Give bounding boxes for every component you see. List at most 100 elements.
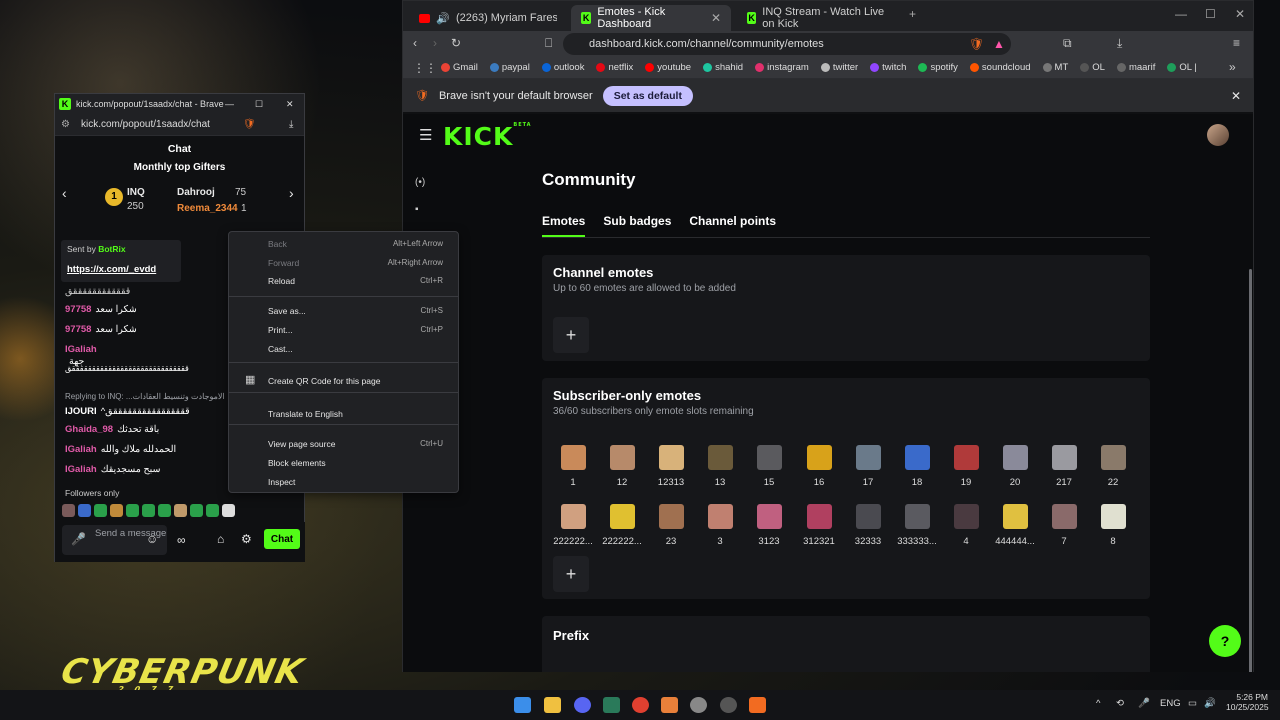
emote-item[interactable]: 12: [602, 445, 642, 488]
bookmark-item[interactable]: twitter: [820, 62, 858, 73]
emote-item[interactable]: 333333...: [897, 504, 937, 547]
emote-item[interactable]: 23: [651, 504, 691, 547]
emote-item[interactable]: 18: [897, 445, 937, 488]
mic-icon[interactable]: 🎤: [1138, 698, 1150, 709]
bookmark-item[interactable]: instagram: [755, 62, 809, 73]
discord-icon[interactable]: [574, 697, 591, 713]
emote-item[interactable]: 19: [946, 445, 986, 488]
close-infobar-icon[interactable]: ✕: [1231, 89, 1241, 103]
set-default-button[interactable]: Set as default: [602, 85, 693, 106]
emote-item[interactable]: 7: [1044, 504, 1084, 547]
emote-item[interactable]: 13: [700, 445, 740, 488]
emote-shortcut[interactable]: [142, 504, 155, 517]
close-tab-icon[interactable]: ✕: [711, 11, 721, 25]
menu-item[interactable]: Back Alt+Left Arrow: [268, 239, 443, 249]
menu-item[interactable]: Save as... Ctrl+S: [268, 306, 443, 316]
tab-emotes-section[interactable]: Emotes: [542, 214, 586, 237]
monitor-icon[interactable]: ▭: [1188, 698, 1197, 709]
settings-icon[interactable]: ⚙: [241, 532, 252, 546]
add-channel-emote-button[interactable]: +: [553, 317, 589, 353]
emote-item[interactable]: 3: [700, 504, 740, 547]
rewards-icon[interactable]: ▲: [993, 37, 1005, 51]
close-window-icon[interactable]: ✕: [1235, 7, 1245, 21]
kick-logo[interactable]: KICKBETA: [443, 122, 532, 151]
maximize-icon[interactable]: ☐: [255, 99, 263, 110]
more-bookmarks-icon[interactable]: »: [1229, 60, 1236, 74]
emote-item[interactable]: 217: [1044, 445, 1084, 488]
support-icon[interactable]: ?: [1209, 625, 1241, 657]
emote-item[interactable]: 312321: [799, 504, 839, 547]
new-tab-icon[interactable]: +: [909, 7, 916, 21]
brave-icon[interactable]: [749, 697, 766, 713]
chrome-icon[interactable]: [632, 697, 649, 713]
avatar[interactable]: [1207, 124, 1229, 146]
emote-item[interactable]: 15: [749, 445, 789, 488]
file-explorer-icon[interactable]: [544, 697, 561, 713]
hamburger-icon[interactable]: ☰: [419, 126, 432, 144]
menu-item[interactable]: View page source Ctrl+U: [268, 439, 443, 449]
emote-shortcut[interactable]: [126, 504, 139, 517]
menu-item[interactable]: Translate to English: [268, 409, 443, 419]
language-indicator[interactable]: ENG: [1160, 698, 1181, 709]
emote-item[interactable]: 16: [799, 445, 839, 488]
apps-icon[interactable]: ⋮⋮: [413, 61, 437, 75]
emote-item[interactable]: 444444...: [995, 504, 1035, 547]
add-sub-emote-button[interactable]: +: [553, 556, 589, 592]
url-field[interactable]: dashboard.kick.com/channel/community/emo…: [563, 33, 1011, 55]
reload-icon[interactable]: ↻: [451, 36, 461, 50]
brave-shield-icon[interactable]: 🛡: [243, 119, 256, 130]
menu-item[interactable]: Reload Ctrl+R: [268, 276, 443, 286]
tab-inq-stream[interactable]: K INQ Stream - Watch Live on Kick: [737, 5, 897, 31]
emote-shortcut[interactable]: [62, 504, 75, 517]
menu-item[interactable]: Print... Ctrl+P: [268, 325, 443, 335]
emote-item[interactable]: 222222...: [553, 504, 593, 547]
emote-shortcut[interactable]: [206, 504, 219, 517]
clock[interactable]: 5:26 PM 10/25/2025: [1226, 692, 1269, 712]
emote-item[interactable]: 20: [995, 445, 1035, 488]
emote-shortcut[interactable]: [190, 504, 203, 517]
forward-icon[interactable]: ›: [433, 36, 437, 50]
tab-sub-badges[interactable]: Sub badges: [603, 214, 671, 237]
bookmark-item[interactable]: soundcloud: [969, 62, 1031, 73]
bookmark-item[interactable]: MT: [1042, 62, 1068, 73]
emote-item[interactable]: 32333: [848, 504, 888, 547]
next-icon[interactable]: ›: [289, 185, 294, 201]
bookmark-icon[interactable]: ⎕: [545, 36, 552, 51]
emote-shortcut[interactable]: [222, 504, 235, 517]
steam-icon[interactable]: [720, 697, 737, 713]
emote-item[interactable]: 12313: [651, 445, 691, 488]
menu-item[interactable]: Block elements: [268, 458, 443, 468]
stream-icon[interactable]: (•): [415, 169, 425, 196]
emote-item[interactable]: 1: [553, 445, 593, 488]
close-window-icon[interactable]: ✕: [286, 99, 294, 110]
prev-icon[interactable]: ‹: [62, 185, 67, 201]
emote-item[interactable]: 22: [1093, 445, 1133, 488]
extensions-icon[interactable]: ⧉: [1063, 36, 1072, 51]
minimize-icon[interactable]: —: [225, 99, 234, 109]
emote-item[interactable]: 3123: [749, 504, 789, 547]
bookmark-item[interactable]: OL |: [1167, 62, 1197, 73]
bookmark-item[interactable]: OL: [1080, 62, 1105, 73]
store-icon[interactable]: ⌂: [217, 532, 224, 546]
bookmark-item[interactable]: youtube: [645, 62, 691, 73]
minimize-icon[interactable]: —: [1175, 7, 1187, 21]
download-icon[interactable]: ⤓: [1117, 36, 1122, 51]
bookmark-item[interactable]: twitch: [870, 62, 906, 73]
emote-item[interactable]: 8: [1093, 504, 1133, 547]
emote-item[interactable]: 4: [946, 504, 986, 547]
emoji-icon[interactable]: ☺: [146, 532, 158, 546]
tab-youtube[interactable]: 🔊(2263) Myriam Fares - Khalani (O: [409, 5, 567, 31]
site-info-icon[interactable]: ⚙: [61, 119, 70, 130]
app-icon[interactable]: [690, 697, 707, 713]
pinned-link[interactable]: https://x.com/_evdd: [67, 264, 156, 275]
emote-item[interactable]: 17: [848, 445, 888, 488]
emote-item[interactable]: 222222...: [602, 504, 642, 547]
volume-icon[interactable]: 🔊: [1204, 698, 1216, 709]
chat-send-button[interactable]: Chat: [264, 529, 300, 549]
brave-shield-icon[interactable]: 🛡: [969, 37, 984, 51]
menu-item[interactable]: Create QR Code for this page: [268, 376, 443, 386]
bookmark-item[interactable]: spotify: [918, 62, 958, 73]
emote-shortcut[interactable]: [94, 504, 107, 517]
bookmark-item[interactable]: Gmail: [441, 62, 478, 73]
tab-emotes[interactable]: K Emotes - Kick Dashboard ✕: [571, 5, 731, 31]
